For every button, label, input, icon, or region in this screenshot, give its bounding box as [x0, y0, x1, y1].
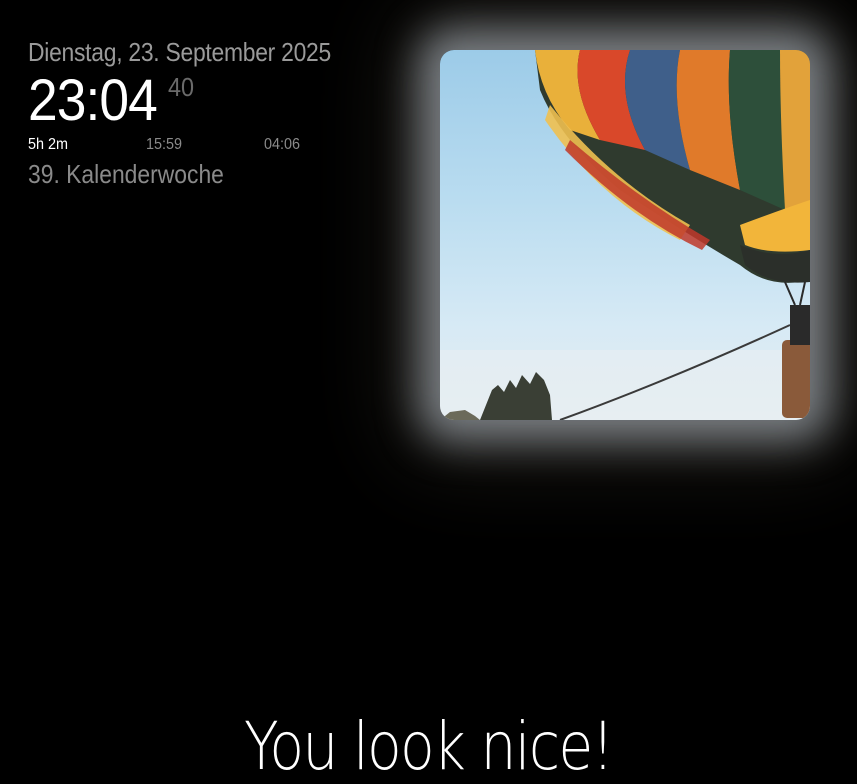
clock-time-row: 23:04 40 — [28, 72, 408, 130]
clock-date: Dienstag, 23. September 2025 — [28, 37, 331, 67]
compliment-text: You look nice! — [244, 708, 614, 784]
hot-air-balloon-image — [440, 50, 810, 420]
sunrise-time: 15:59 — [146, 136, 183, 153]
clock-module: Dienstag, 23. September 2025 23:04 40 5h… — [28, 36, 408, 190]
photo-frame — [440, 50, 810, 420]
sun-time-until: 5h 2m — [28, 136, 69, 153]
sun-info: 5h 2m 15:59 04:06 — [28, 134, 408, 156]
clock-time: 23:04 — [28, 68, 158, 133]
clock-seconds: 40 — [168, 72, 195, 102]
compliment: You look nice! — [0, 702, 857, 784]
sunset-time: 04:06 — [264, 136, 301, 153]
calendar-week: 39. Kalenderwoche — [28, 159, 224, 189]
